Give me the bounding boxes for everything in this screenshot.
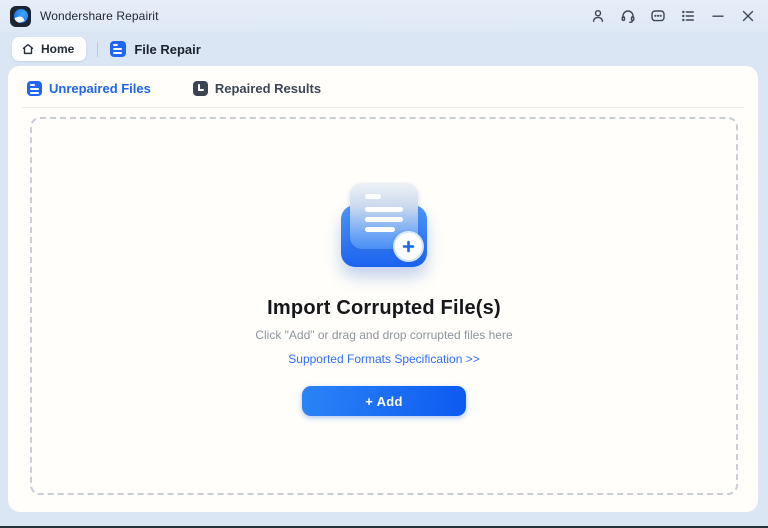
titlebar: Wondershare Repairit — [0, 0, 768, 32]
home-icon — [22, 43, 34, 55]
subtab-unrepaired-label: Unrepaired Files — [49, 81, 151, 96]
file-drop-zone[interactable]: Import Corrupted File(s) Click "Add" or … — [30, 117, 738, 495]
feedback-chat-icon[interactable] — [649, 8, 666, 25]
account-icon[interactable] — [589, 8, 606, 25]
app-window: { "titlebar": { "app_name": "Wondershare… — [0, 0, 768, 528]
tab-home[interactable]: Home — [12, 37, 87, 61]
add-button[interactable]: + Add — [302, 386, 466, 416]
app-title: Wondershare Repairit — [40, 9, 159, 23]
tab-file-repair-label: File Repair — [134, 41, 201, 57]
subtab-bar: Unrepaired Files Repaired Results — [8, 66, 758, 99]
menu-list-icon[interactable] — [679, 8, 696, 25]
subtab-separator — [22, 107, 744, 108]
tab-strip: Home File Repair — [0, 32, 768, 66]
support-headset-icon[interactable] — [619, 8, 636, 25]
tab-home-label: Home — [41, 42, 75, 56]
tab-file-repair[interactable]: File Repair — [110, 41, 201, 57]
tab-divider — [97, 41, 99, 57]
repaired-results-icon — [192, 81, 208, 96]
content-panel: Unrepaired Files Repaired Results Import… — [8, 66, 758, 512]
import-files-icon — [339, 183, 429, 271]
file-repair-doc-icon — [110, 41, 127, 57]
subtab-repaired-label: Repaired Results — [214, 81, 322, 96]
close-icon[interactable] — [739, 8, 756, 25]
dropzone-hint: Click "Add" or drag and drop corrupted f… — [255, 328, 513, 342]
dropzone-title: Import Corrupted File(s) — [267, 297, 501, 319]
unrepaired-files-icon — [27, 81, 42, 96]
subtab-repaired-results[interactable]: Repaired Results — [192, 81, 322, 96]
plus-badge-icon — [395, 233, 422, 260]
subtab-unrepaired-files[interactable]: Unrepaired Files — [27, 81, 151, 96]
app-logo-icon — [10, 5, 31, 27]
titlebar-actions — [589, 8, 756, 25]
supported-formats-link[interactable]: Supported Formats Specification >> — [288, 352, 479, 366]
minimize-icon[interactable] — [709, 8, 726, 25]
